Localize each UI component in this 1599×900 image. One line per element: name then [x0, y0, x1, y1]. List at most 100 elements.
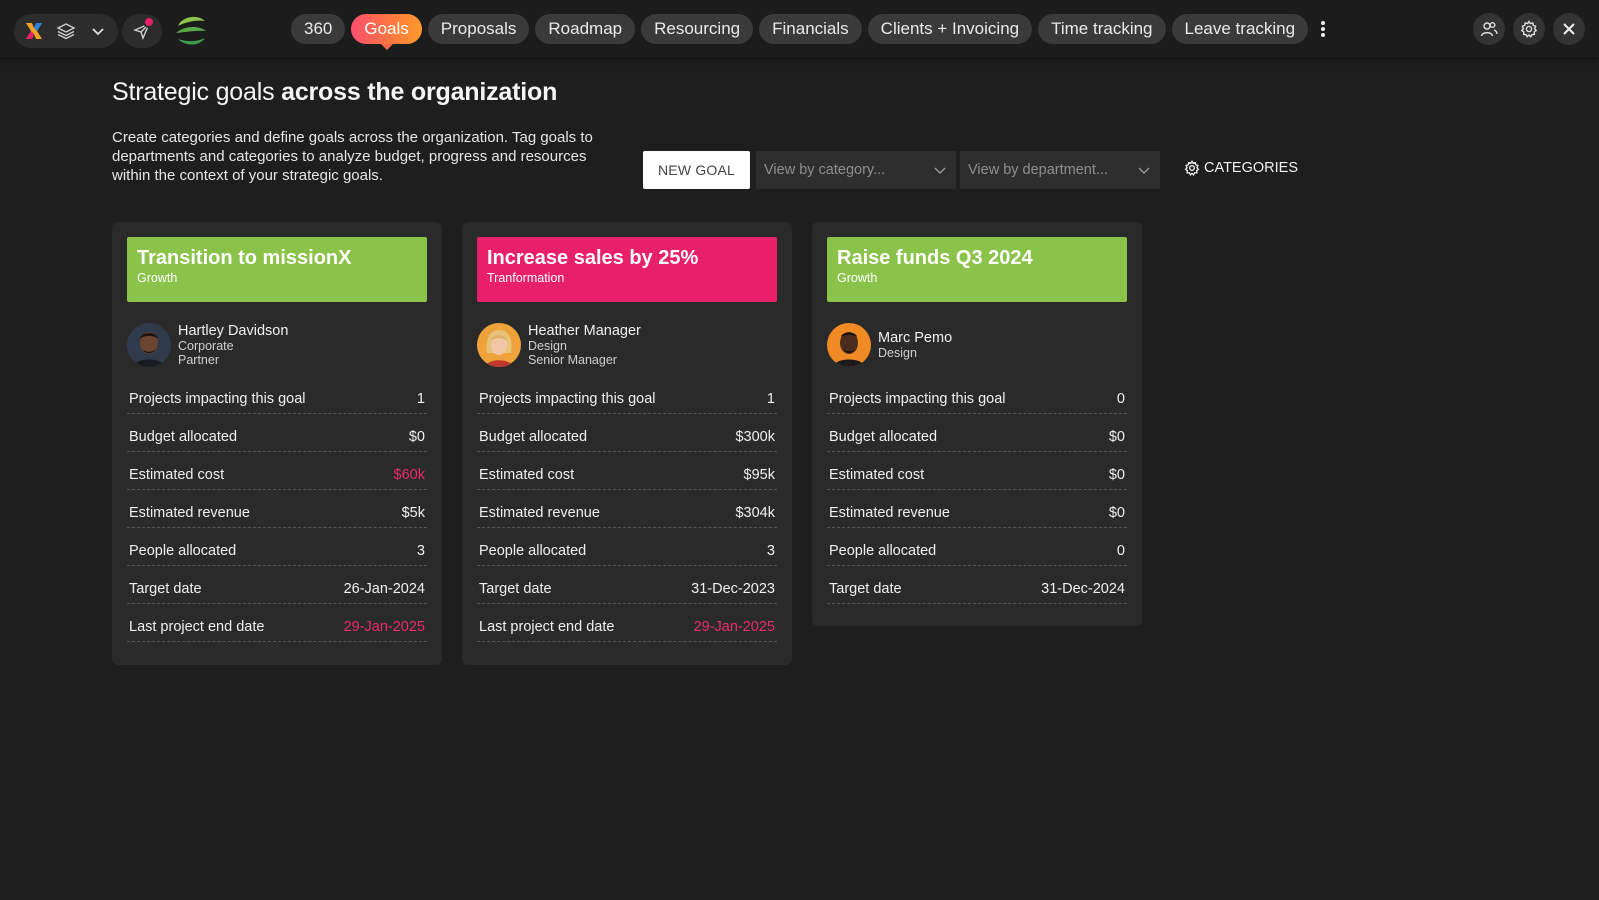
- metric-label: Estimated revenue: [829, 504, 950, 521]
- metric-value: 26-Jan-2024: [343, 580, 425, 597]
- owner-info: Marc Pemo Design: [878, 330, 952, 360]
- metric-value: $0: [1108, 504, 1125, 521]
- metric-value: 3: [766, 542, 775, 559]
- goal-title: Increase sales by 25%: [487, 247, 699, 269]
- metric-last-project-end: Last project end date 29-Jan-2025: [477, 604, 777, 642]
- categories-label: CATEGORIES: [1204, 160, 1298, 176]
- goal-category: Tranformation: [487, 271, 565, 285]
- metric-value: 29-Jan-2025: [693, 618, 775, 635]
- avatar: [477, 323, 521, 367]
- metric-value: 3: [416, 542, 425, 559]
- metric-label: Last project end date: [129, 618, 265, 635]
- tab-goals[interactable]: Goals: [351, 14, 422, 50]
- goal-card[interactable]: Increase sales by 25% Tranformation Heat…: [462, 222, 792, 665]
- toolbar-right: [1465, 13, 1585, 45]
- goal-card-header[interactable]: Raise funds Q3 2024 Growth: [827, 237, 1127, 302]
- layers-icon[interactable]: [50, 15, 82, 47]
- tab-financials[interactable]: Financials: [759, 14, 862, 44]
- main-tabs: 360 Goals Proposals Roadmap Resourcing F…: [291, 14, 1330, 50]
- goal-card-header[interactable]: Increase sales by 25% Tranformation: [477, 237, 777, 302]
- category-filter-select[interactable]: View by category...: [756, 151, 956, 189]
- tab-proposals[interactable]: Proposals: [427, 14, 530, 44]
- send-icon[interactable]: [126, 15, 158, 47]
- new-goal-button[interactable]: NEW GOAL: [643, 151, 750, 189]
- metric-people: People allocated 3: [127, 528, 427, 566]
- metric-budget: Budget allocated $0: [127, 414, 427, 452]
- department-filter-select[interactable]: View by department...: [960, 151, 1160, 189]
- metric-value: $300k: [735, 428, 775, 445]
- metric-label: Budget allocated: [129, 428, 238, 445]
- metric-value: $0: [1108, 428, 1125, 445]
- metric-projects: Projects impacting this goal 0: [827, 376, 1127, 414]
- metric-label: Target date: [829, 580, 902, 597]
- metric-value: 31-Dec-2023: [691, 580, 775, 597]
- metric-projects: Projects impacting this goal 1: [127, 376, 427, 414]
- users-icon[interactable]: [1473, 13, 1505, 45]
- page-description: Create categories and define goals acros…: [112, 129, 593, 184]
- metric-label: Projects impacting this goal: [829, 390, 1006, 407]
- metric-label: Target date: [129, 580, 202, 597]
- metric-label: People allocated: [479, 542, 587, 559]
- category-filter-placeholder: View by category...: [764, 162, 886, 178]
- goal-metrics: Projects impacting this goal 1 Budget all…: [477, 376, 777, 642]
- goal-card-header[interactable]: Transition to missionX Growth: [127, 237, 427, 302]
- tab-roadmap[interactable]: Roadmap: [535, 14, 636, 44]
- owner-name: Heather Manager: [528, 323, 641, 339]
- avatar: [827, 323, 871, 367]
- metric-revenue: Estimated revenue $5k: [127, 490, 427, 528]
- owner-info: Heather Manager Design Senior Manager: [528, 323, 641, 367]
- avatar: [127, 323, 171, 367]
- brand-logo-icon: [172, 12, 210, 50]
- owner-name: Marc Pemo: [878, 330, 953, 346]
- tab-time-tracking[interactable]: Time tracking: [1038, 14, 1166, 44]
- tab-360[interactable]: 360: [291, 14, 346, 44]
- metric-label: Projects impacting this goal: [129, 390, 306, 407]
- chevron-down-icon[interactable]: [82, 15, 114, 47]
- metric-people: People allocated 3: [477, 528, 777, 566]
- metric-value: $0: [408, 428, 425, 445]
- gear-icon[interactable]: [1513, 13, 1545, 45]
- metric-budget: Budget allocated $0: [827, 414, 1127, 452]
- metric-value: 0: [1116, 390, 1125, 407]
- metric-revenue: Estimated revenue $0: [827, 490, 1127, 528]
- metric-people: People allocated 0: [827, 528, 1127, 566]
- department-filter-placeholder: View by department...: [968, 162, 1108, 178]
- goal-owner: Heather Manager Design Senior Manager: [477, 322, 777, 368]
- tab-clients-invoicing[interactable]: Clients + Invoicing: [867, 14, 1033, 44]
- owner-department: Design: [878, 346, 917, 360]
- metric-cost: Estimated cost $0: [827, 452, 1127, 490]
- goal-metrics: Projects impacting this goal 0 Budget all…: [827, 376, 1127, 604]
- metric-target-date: Target date 31-Dec-2024: [827, 566, 1127, 604]
- chevron-down-icon: [1138, 167, 1150, 174]
- metric-cost: Estimated cost $60k: [127, 452, 427, 490]
- goal-owner: Marc Pemo Design: [827, 322, 1127, 368]
- page-title: Strategic goals across the organization: [112, 78, 558, 106]
- top-bar: 360 Goals Proposals Roadmap Resourcing F…: [0, 0, 1599, 58]
- goal-card[interactable]: Raise funds Q3 2024 Growth Marc Pemo Des…: [812, 222, 1142, 626]
- metric-value: $0: [1108, 466, 1125, 483]
- metric-value: 31-Dec-2024: [1041, 580, 1125, 597]
- app-logo-icon[interactable]: [18, 15, 50, 47]
- close-icon[interactable]: [1553, 13, 1585, 45]
- categories-button[interactable]: CATEGORIES: [1184, 160, 1298, 176]
- metric-label: Budget allocated: [479, 428, 588, 445]
- metric-value: $5k: [401, 504, 425, 521]
- metric-value: 0: [1116, 542, 1125, 559]
- goal-title: Transition to missionX: [137, 247, 352, 269]
- metric-label: Projects impacting this goal: [479, 390, 656, 407]
- metric-label: Estimated revenue: [129, 504, 250, 521]
- owner-info: Hartley Davidson Corporate Partner: [178, 323, 288, 367]
- notification-badge: [143, 16, 155, 28]
- owner-department: Design: [528, 339, 567, 353]
- tab-leave-tracking[interactable]: Leave tracking: [1171, 14, 1309, 44]
- goal-category: Growth: [837, 271, 878, 285]
- more-vertical-icon[interactable]: [1316, 14, 1330, 44]
- metric-value: 1: [766, 390, 775, 407]
- tab-resourcing[interactable]: Resourcing: [641, 14, 754, 44]
- metric-budget: Budget allocated $300k: [477, 414, 777, 452]
- app-switcher: [14, 14, 118, 48]
- notification-pill: [122, 14, 162, 48]
- owner-department: Corporate: [178, 339, 234, 353]
- metric-label: Last project end date: [479, 618, 615, 635]
- goal-card[interactable]: Transition to missionX Growth Hartley Da…: [112, 222, 442, 665]
